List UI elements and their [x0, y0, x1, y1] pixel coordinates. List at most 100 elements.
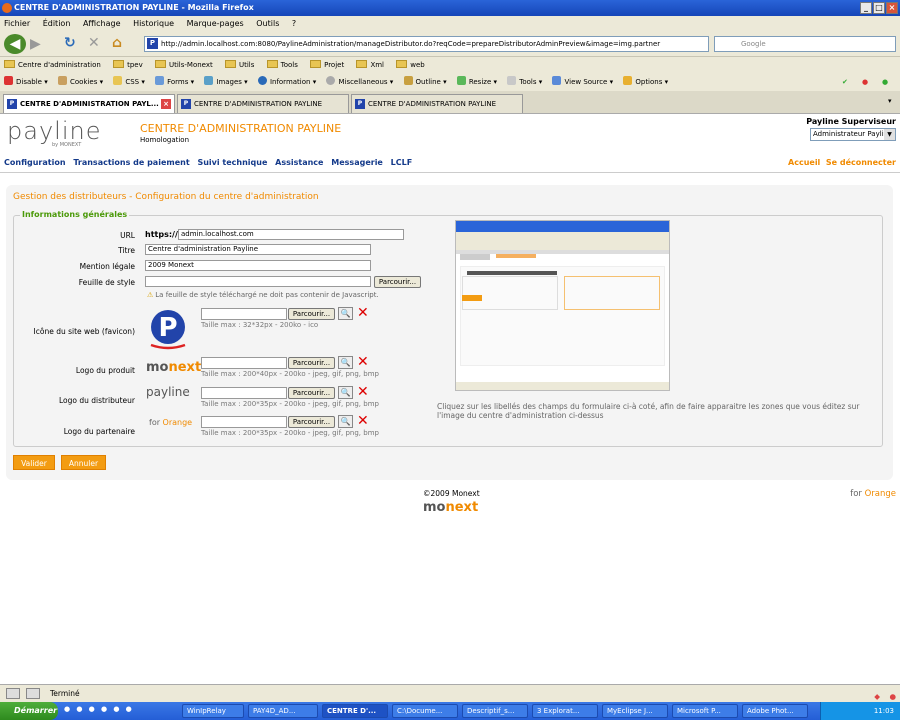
menu-transactions[interactable]: Transactions de paiement [73, 158, 189, 167]
product-logo-file-input[interactable] [201, 357, 287, 369]
forward-button[interactable]: ▶ [30, 36, 41, 52]
distributor-logo-delete-icon[interactable]: ✕ [357, 385, 369, 399]
bookmark-tpev[interactable]: tpev [113, 60, 143, 69]
product-logo-delete-icon[interactable]: ✕ [357, 355, 369, 369]
menu-configuration[interactable]: Configuration [4, 158, 66, 167]
menu-suivi-technique[interactable]: Suivi technique [197, 158, 267, 167]
menu-help[interactable]: ? [292, 19, 296, 28]
bookmark-projet[interactable]: Projet [310, 60, 344, 69]
tab-list-icon[interactable]: ▾ [888, 97, 892, 105]
partner-logo-delete-icon[interactable]: ✕ [357, 414, 369, 428]
admin-preview-image [455, 220, 670, 391]
menu-historique[interactable]: Historique [133, 19, 174, 28]
menu-edition[interactable]: Édition [43, 19, 71, 28]
cancel-button[interactable]: Annuler [61, 455, 106, 470]
close-window-button[interactable]: × [886, 2, 898, 14]
task-centre[interactable]: CENTRE D'... [322, 704, 388, 718]
partner-logo-browse-button[interactable]: Parcourir... [288, 416, 335, 428]
tab-close-icon[interactable]: × [161, 99, 171, 109]
search-input[interactable]: Google [714, 36, 896, 52]
favicon-zoom-icon[interactable]: 🔍 [338, 307, 353, 320]
wd-miscellaneous[interactable]: Miscellaneous ▾ [326, 76, 393, 86]
partner-logo-file-input[interactable] [201, 416, 287, 428]
home-link[interactable]: Accueil [788, 158, 820, 167]
maximize-button[interactable]: □ [873, 2, 885, 14]
menu-lclf[interactable]: LCLF [391, 158, 413, 167]
bookmark-utils[interactable]: Utils [224, 60, 254, 69]
task-photoshop[interactable]: Adobe Phot... [742, 704, 808, 718]
product-logo-browse-button[interactable]: Parcourir... [288, 357, 335, 369]
folder-icon [310, 60, 322, 68]
window-titlebar: CENTRE D'ADMINISTRATION PAYLINE - Mozill… [0, 0, 900, 16]
wd-outline[interactable]: Outline ▾ [403, 76, 447, 86]
wd-css[interactable]: CSS ▾ [113, 76, 145, 86]
task-microsoft[interactable]: Microsoft P... [672, 704, 738, 718]
bookmark-tools[interactable]: Tools [266, 60, 298, 69]
wd-information[interactable]: Information ▾ [257, 76, 316, 86]
menu-assistance[interactable]: Assistance [275, 158, 323, 167]
wd-images[interactable]: Images ▾ [204, 76, 248, 86]
submit-button[interactable]: Valider [13, 455, 55, 470]
bookmark-centre-administration[interactable]: Centre d'administration [4, 60, 101, 69]
start-button[interactable]: Démarrer [0, 702, 58, 720]
preview-caption: Cliquez sur les libellés des champs du f… [437, 402, 860, 420]
distributor-logo-file-input[interactable] [201, 387, 287, 399]
bookmark-web[interactable]: web [396, 60, 425, 69]
product-logo-zoom-icon[interactable]: 🔍 [338, 356, 353, 369]
wd-view-source[interactable]: View Source ▾ [552, 76, 613, 86]
task-winiprelay[interactable]: WinIpRelay [182, 704, 244, 718]
partner-logo-zoom-icon[interactable]: 🔍 [338, 415, 353, 428]
clock[interactable]: 11:03 [874, 707, 894, 715]
task-descriptif[interactable]: Descriptif_s... [462, 704, 528, 718]
stop-button[interactable]: ✕ [88, 35, 100, 51]
task-pay4d[interactable]: PAY4D_AD... [248, 704, 318, 718]
favicon-browse-button[interactable]: Parcourir... [288, 308, 335, 320]
home-button[interactable]: ⌂ [112, 35, 122, 51]
check-icon[interactable]: ✔ [842, 74, 848, 91]
wd-resize[interactable]: Resize ▾ [456, 76, 497, 86]
favicon-delete-icon[interactable]: ✕ [357, 306, 369, 320]
role-select[interactable]: Administrateur Payline ▼ [810, 128, 896, 141]
tab-2[interactable]: P CENTRE D'ADMINISTRATION PAYLINE [177, 94, 349, 113]
reload-button[interactable]: ↻ [64, 35, 76, 51]
distributor-logo-zoom-icon[interactable]: 🔍 [338, 386, 353, 399]
tab-favicon-icon: P [355, 99, 365, 109]
task-documents[interactable]: C:\Docume... [392, 704, 458, 718]
bookmark-utils-monext[interactable]: Utils-Monext [154, 60, 213, 69]
task-explorer[interactable]: 3 Explorat... [532, 704, 598, 718]
back-button[interactable]: ◀ [4, 34, 26, 54]
status-icon-2[interactable] [26, 688, 40, 699]
stylesheet-file-input[interactable] [145, 276, 371, 287]
title-label: Titre [118, 246, 135, 255]
wd-cookies[interactable]: Cookies ▾ [57, 76, 103, 86]
wd-forms[interactable]: Forms ▾ [155, 76, 194, 86]
legal-field[interactable]: 2009 Monext [145, 260, 371, 271]
title-field[interactable]: Centre d'administration Payline [145, 244, 371, 255]
url-input[interactable]: P http://admin.localhost.com:8080/Paylin… [144, 36, 709, 52]
error-icon[interactable]: ● [862, 74, 868, 91]
minimize-button[interactable]: _ [860, 2, 872, 14]
favicon-file-input[interactable] [201, 308, 287, 320]
tab-3[interactable]: P CENTRE D'ADMINISTRATION PAYLINE [351, 94, 523, 113]
bookmark-xml[interactable]: Xml [356, 60, 384, 69]
logout-link[interactable]: Se déconnecter [826, 158, 896, 167]
menu-marque-pages[interactable]: Marque-pages [187, 19, 244, 28]
menu-affichage[interactable]: Affichage [83, 19, 121, 28]
distributor-logo-preview: payline [146, 385, 190, 399]
quick-launch-icons[interactable]: ● ● ● ● ● ● [64, 705, 134, 713]
ok-icon[interactable]: ● [882, 74, 888, 91]
task-myeclipse[interactable]: MyEclipse J... [602, 704, 668, 718]
url-field[interactable]: admin.localhost.com [178, 229, 404, 240]
status-icon-1[interactable] [6, 688, 20, 699]
wd-tools[interactable]: Tools ▾ [507, 76, 542, 86]
menu-outils[interactable]: Outils [256, 19, 279, 28]
tab-1[interactable]: P CENTRE D'ADMINISTRATION PAYL... × [3, 94, 175, 113]
stylesheet-browse-button[interactable]: Parcourir... [374, 276, 421, 288]
partner-logo-preview: for Orange [149, 418, 193, 427]
menu-fichier[interactable]: Fichier [4, 19, 30, 28]
menu-messagerie[interactable]: Messagerie [331, 158, 383, 167]
distributor-logo-browse-button[interactable]: Parcourir... [288, 387, 335, 399]
favicon-hint: Taille max : 32*32px - 200ko - ico [201, 321, 319, 329]
wd-disable[interactable]: Disable ▾ [4, 76, 48, 86]
wd-options[interactable]: Options ▾ [623, 76, 668, 86]
